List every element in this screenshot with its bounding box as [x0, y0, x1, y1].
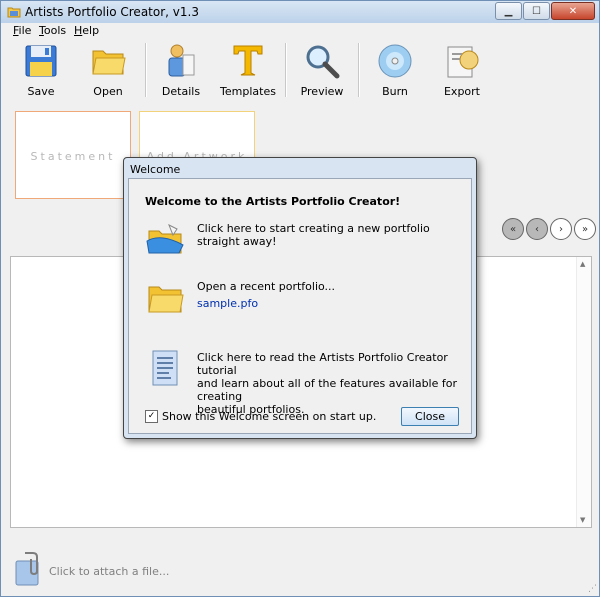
thumbnail-navigation: « ‹ › »: [502, 218, 598, 240]
menu-tools[interactable]: Tools: [39, 24, 66, 37]
open-button[interactable]: Open: [78, 43, 138, 101]
cd-disc-icon: [378, 44, 412, 78]
toolbar-separator: [285, 43, 287, 97]
paperclip-attach-icon: [15, 552, 39, 586]
export-button[interactable]: Export: [432, 43, 492, 101]
details-label: Details: [161, 85, 201, 98]
maximize-button[interactable]: ☐: [523, 2, 550, 20]
dialog-heading: Welcome to the Artists Portfolio Creator…: [145, 195, 401, 208]
details-button[interactable]: Details: [151, 43, 211, 101]
last-page-button[interactable]: »: [574, 218, 596, 240]
burn-label: Burn: [382, 85, 408, 98]
tutorial-line-1: Click here to read the Artists Portfolio…: [197, 351, 448, 377]
tutorial-line-2: and learn about all of the features avai…: [197, 377, 457, 403]
welcome-dialog: Welcome Welcome to the Artists Portfolio…: [123, 157, 477, 439]
tutorial-document-icon[interactable]: [145, 349, 185, 389]
toolbar-separator: [358, 43, 360, 97]
person-details-icon: [168, 44, 195, 77]
menu-help[interactable]: Help: [74, 24, 99, 37]
scroll-down-arrow-icon[interactable]: ▼: [580, 516, 585, 524]
window-controls: ▁ ☐ ✕: [494, 2, 595, 20]
folder-icon: [92, 50, 126, 75]
magnifier-icon: [306, 45, 340, 79]
show-on-startup-label[interactable]: Show this Welcome screen on start up.: [162, 410, 376, 423]
scroll-up-arrow-icon[interactable]: ▲: [580, 260, 585, 268]
window-title: Artists Portfolio Creator, v1.3: [25, 5, 199, 19]
title-bar[interactable]: Artists Portfolio Creator, v1.3 ▁ ☐ ✕: [1, 1, 599, 24]
statement-thumbnail-label: Statement: [30, 150, 116, 163]
new-portfolio-link[interactable]: Click here to start creating a new portf…: [197, 222, 471, 248]
first-page-button[interactable]: «: [502, 218, 524, 240]
menu-tools-rest: ools: [43, 24, 67, 37]
text-template-icon: [233, 45, 263, 76]
menu-file-rest: ile: [18, 24, 32, 37]
recent-file-link[interactable]: sample.pfo: [197, 297, 258, 310]
menu-help-rest: elp: [82, 24, 100, 37]
attach-file-area[interactable]: Click to attach a file...: [13, 549, 313, 589]
preview-label: Preview: [300, 85, 344, 98]
app-icon: [7, 7, 21, 18]
preview-button[interactable]: Preview: [292, 43, 352, 101]
close-button[interactable]: Close: [401, 407, 459, 426]
close-window-button[interactable]: ✕: [551, 2, 595, 20]
toolbar-separator: [145, 43, 147, 97]
templates-button[interactable]: Templates: [218, 43, 278, 101]
minimize-button[interactable]: ▁: [495, 2, 522, 20]
previous-page-button[interactable]: ‹: [526, 218, 548, 240]
resize-grip-icon[interactable]: ⋰: [588, 584, 597, 594]
dialog-title: Welcome: [130, 163, 181, 176]
recent-folder-icon: [148, 286, 184, 313]
pdf-export-icon: [447, 46, 479, 78]
new-portfolio-icon[interactable]: [145, 219, 185, 259]
toolbar: Save Open Details Templates Preview Burn…: [1, 39, 599, 101]
statement-thumbnail[interactable]: Statement: [15, 111, 131, 199]
templates-label: Templates: [220, 85, 276, 98]
show-on-startup-row: ✓ Show this Welcome screen on start up.: [145, 410, 376, 423]
menu-file[interactable]: File: [13, 24, 31, 37]
show-on-startup-checkbox[interactable]: ✓: [145, 410, 158, 423]
save-button[interactable]: Save: [11, 43, 71, 101]
save-label: Save: [27, 85, 55, 98]
open-label: Open: [93, 85, 123, 98]
editor-scrollbar[interactable]: ▲ ▼: [576, 257, 591, 527]
next-page-button[interactable]: ›: [550, 218, 572, 240]
recent-portfolio-text: Open a recent portfolio...: [197, 280, 336, 293]
menu-bar: File Tools Help: [1, 23, 599, 39]
burn-button[interactable]: Burn: [365, 43, 425, 101]
attach-file-text: Click to attach a file...: [49, 565, 170, 578]
export-label: Export: [443, 85, 480, 98]
dialog-body: Welcome to the Artists Portfolio Creator…: [128, 178, 472, 434]
floppy-disk-icon: [25, 45, 57, 77]
